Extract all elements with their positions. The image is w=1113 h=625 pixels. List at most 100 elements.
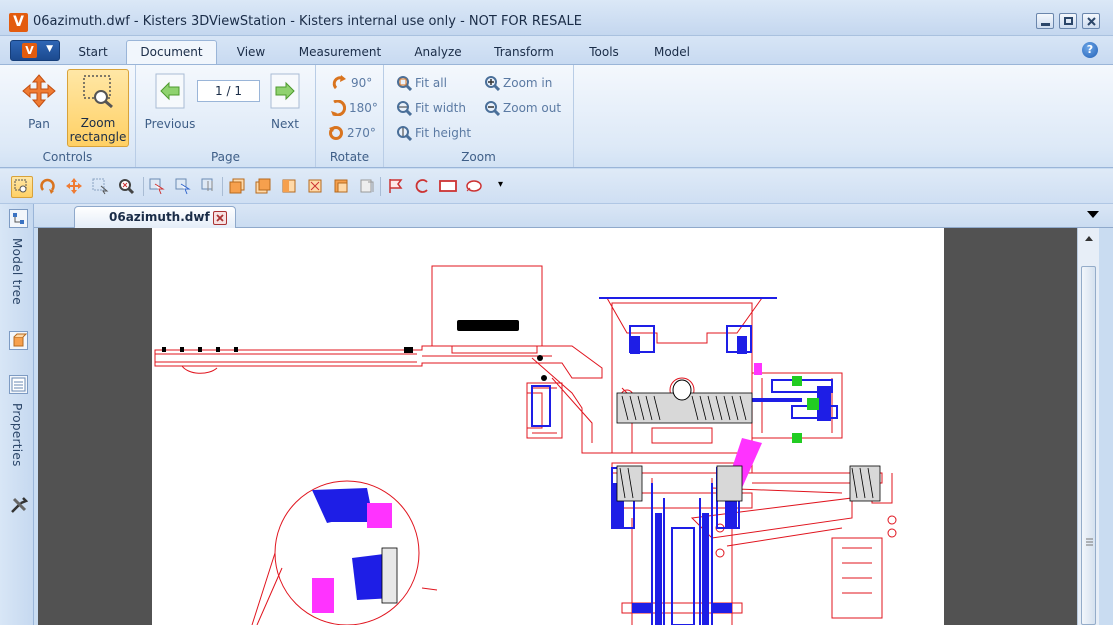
fit-height-button[interactable]: Fit height <box>396 123 471 143</box>
zoom-rectangle-tool-button[interactable] <box>11 176 33 198</box>
view-iso-icon[interactable] <box>332 177 350 195</box>
group-rotate: 90° 180° 270° Rotate <box>316 65 384 167</box>
technical-drawing <box>154 265 897 625</box>
tab-analyze[interactable]: Analyze <box>404 42 472 64</box>
fit-width-icon <box>396 100 413 116</box>
fit-all-button[interactable]: Fit all <box>396 73 447 93</box>
close-document-button[interactable] <box>213 211 227 225</box>
group-label-page: Page <box>210 150 241 164</box>
zoom-in-icon <box>484 75 501 91</box>
tools-icon[interactable] <box>9 496 29 515</box>
zoom-rectangle-tool-icon <box>14 179 27 193</box>
vertical-scrollbar[interactable] <box>1077 228 1099 625</box>
group-label-zoom: Zoom <box>461 150 496 164</box>
select-face-icon[interactable] <box>174 177 192 195</box>
document-tab[interactable]: 06azimuth.dwf <box>74 206 236 228</box>
tab-start[interactable]: Start <box>68 42 118 64</box>
properties-tab[interactable]: Properties <box>10 403 24 467</box>
markup-cloud-icon[interactable] <box>465 177 483 195</box>
rotate-270-button[interactable]: 270° <box>328 123 376 143</box>
zoom-out-button[interactable]: Zoom out <box>484 98 561 118</box>
chevron-down-icon: ▼ <box>46 44 53 54</box>
view-front-icon[interactable] <box>228 177 246 195</box>
grip-icon <box>1086 538 1093 546</box>
select-part-icon[interactable] <box>148 177 166 195</box>
help-icon[interactable]: ? <box>1082 42 1098 58</box>
quick-toolbar: ▾ <box>0 169 1113 204</box>
tab-model[interactable]: Model <box>642 42 702 64</box>
fit-width-label: Fit width <box>415 101 466 115</box>
document-list-dropdown-icon[interactable] <box>1087 211 1099 218</box>
view-right-icon[interactable] <box>306 177 324 195</box>
close-button[interactable] <box>1082 13 1100 29</box>
tab-view[interactable]: View <box>225 42 277 64</box>
select-tool-icon[interactable] <box>91 177 109 195</box>
model-tree-tab[interactable]: Model tree <box>10 238 24 305</box>
drawing-viewport[interactable] <box>38 228 1077 625</box>
rotate-180-icon <box>330 99 347 116</box>
rotate-90-button[interactable]: 90° <box>332 73 372 93</box>
scroll-up-icon[interactable] <box>1085 236 1093 241</box>
fit-width-button[interactable]: Fit width <box>396 98 466 118</box>
drawing-sheet[interactable] <box>152 228 944 625</box>
group-page: Previous 1 / 1 Next Page <box>136 65 316 167</box>
arrow-right-icon <box>270 73 300 109</box>
document-tab-label: 06azimuth.dwf <box>109 210 210 224</box>
rotate-270-label: 270° <box>347 126 376 140</box>
view-back-icon[interactable] <box>254 177 272 195</box>
toolbar-overflow-icon[interactable]: ▾ <box>498 179 503 190</box>
tab-document[interactable]: Document <box>126 40 217 65</box>
minimize-button[interactable] <box>1036 13 1054 29</box>
page-number-input[interactable]: 1 / 1 <box>197 80 260 102</box>
markup-flag-icon[interactable] <box>387 177 405 195</box>
rotate-90-label: 90° <box>351 76 373 90</box>
pan-button[interactable]: Pan <box>14 69 64 139</box>
minimize-icon <box>1041 23 1050 26</box>
zoom-rectangle-label-2: rectangle <box>69 130 127 144</box>
rotate-180-label: 180° <box>349 101 378 115</box>
toolbar-separator <box>380 177 381 196</box>
app-menu-button[interactable]: V ▼ <box>10 40 60 61</box>
toolbar-separator <box>143 177 144 196</box>
fit-all-icon <box>396 75 413 91</box>
side-panel: Model tree Properties <box>0 204 34 625</box>
cube-icon[interactable] <box>9 331 28 350</box>
fit-height-label: Fit height <box>415 126 472 140</box>
tab-measurement[interactable]: Measurement <box>288 42 392 64</box>
arrow-left-icon <box>155 73 185 109</box>
window-right-edge <box>1099 228 1113 625</box>
tab-tools[interactable]: Tools <box>578 42 630 64</box>
document-tab-bar: 06azimuth.dwf <box>34 204 1113 228</box>
tab-transform[interactable]: Transform <box>484 42 564 64</box>
ribbon: Pan Zoom rectangle Controls Previous 1 /… <box>0 64 1113 168</box>
rotate-tool-icon[interactable] <box>39 177 57 195</box>
window-title: 06azimuth.dwf - Kisters 3DViewStation - … <box>33 14 582 29</box>
select-edge-icon[interactable] <box>200 177 218 195</box>
group-label-controls: Controls <box>42 150 93 164</box>
rotate-90-icon <box>332 74 348 91</box>
maximize-button[interactable] <box>1059 13 1077 29</box>
previous-page-button[interactable]: Previous <box>140 69 200 139</box>
scrollbar-thumb[interactable] <box>1081 266 1096 625</box>
zoom-tool-icon[interactable] <box>117 177 135 195</box>
zoom-in-label: Zoom in <box>503 76 553 90</box>
group-controls: Pan Zoom rectangle Controls <box>0 65 136 167</box>
group-label-rotate: Rotate <box>329 150 370 164</box>
next-page-button[interactable]: Next <box>260 69 310 139</box>
markup-rectangle-icon[interactable] <box>439 177 457 195</box>
pan-tool-icon[interactable] <box>65 177 83 195</box>
model-tree-icon[interactable] <box>9 209 28 228</box>
zoom-rectangle-button[interactable]: Zoom rectangle <box>67 69 129 147</box>
app-logo-icon: V <box>9 13 28 32</box>
markup-arc-icon[interactable] <box>413 177 431 195</box>
toolbar-separator <box>222 177 223 196</box>
properties-icon[interactable] <box>9 375 28 394</box>
rotate-180-button[interactable]: 180° <box>330 98 378 118</box>
fit-height-icon <box>396 125 413 141</box>
zoom-out-icon <box>484 100 501 116</box>
view-section-icon[interactable] <box>358 177 376 195</box>
previous-label: Previous <box>144 117 196 131</box>
view-left-icon[interactable] <box>280 177 298 195</box>
close-icon <box>216 214 224 222</box>
zoom-in-button[interactable]: Zoom in <box>484 73 552 93</box>
